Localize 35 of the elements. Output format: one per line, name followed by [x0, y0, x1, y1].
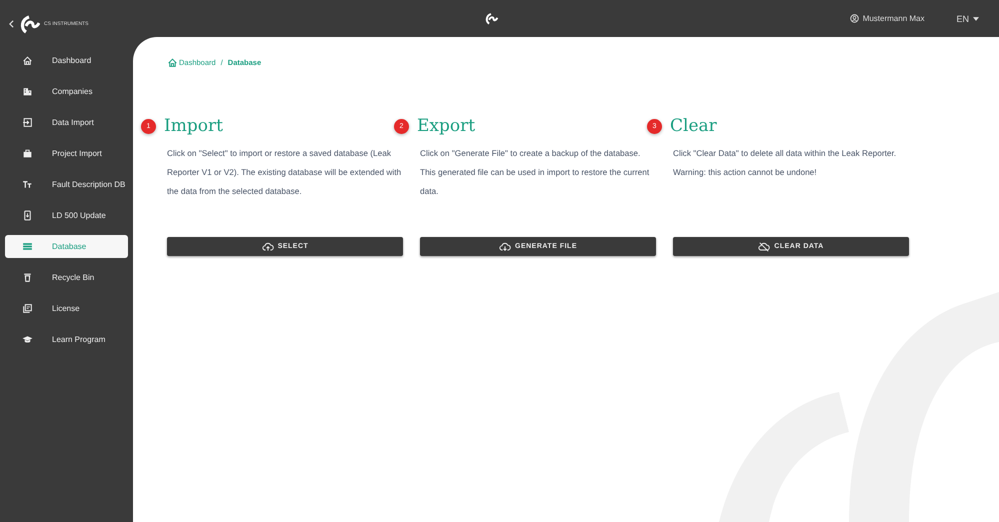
document-icon	[22, 303, 33, 314]
caret-icon	[973, 16, 979, 20]
user-menu[interactable]: Mustermann Max	[850, 14, 924, 23]
section-description: Click on "Select" to import or restore a saved database (Leak Reporter V1 or V2). The existing database will be extended with the data from the selected database.	[167, 147, 402, 198]
sidebar-item[interactable]: Companies	[5, 80, 128, 103]
sign-in-icon	[22, 117, 33, 128]
user-icon	[850, 14, 859, 23]
sidebar-item[interactable]: Data Import	[5, 111, 128, 134]
cloud-upload-icon	[262, 240, 274, 252]
logo-icon	[484, 12, 498, 25]
sidebar-item[interactable]: LD 500 Update	[5, 204, 128, 227]
home-icon	[22, 55, 33, 66]
section-description: Click on "Generate File" to create a backup of the database. This generated file can be used in import to restore the current data.	[420, 147, 650, 198]
building-icon	[22, 86, 33, 97]
phone-icon	[22, 210, 33, 221]
sidebar-item[interactable]: Project Import	[5, 142, 128, 165]
cloud-off-icon	[758, 240, 770, 252]
section-description: Click "Clear Data" to delete all data within the Leak Reporter. Warning: this action cannot be undone!	[673, 147, 898, 179]
sidebar-item[interactable]: Dashboard	[5, 49, 128, 72]
section-title: Import	[164, 116, 223, 136]
section-title: Export	[417, 116, 476, 136]
language-dropdown[interactable]: EN	[956, 14, 979, 24]
text-size-icon	[22, 179, 33, 190]
sidebar-item[interactable]: Learn Program	[5, 328, 128, 351]
list-icon	[22, 241, 33, 252]
briefcase-icon	[22, 148, 33, 159]
logo-icon	[18, 14, 40, 34]
section-title: Clear	[670, 116, 717, 136]
trash-icon	[22, 272, 33, 283]
sidebar-item[interactable]: Recycle Bin	[5, 266, 128, 289]
sidebar-item[interactable]: Fault Description DB	[5, 173, 128, 196]
sidebar-item[interactable]: License	[5, 297, 128, 320]
cloud-download-icon	[499, 240, 511, 252]
home-icon	[167, 57, 178, 68]
graduation-cap-icon	[22, 334, 33, 345]
